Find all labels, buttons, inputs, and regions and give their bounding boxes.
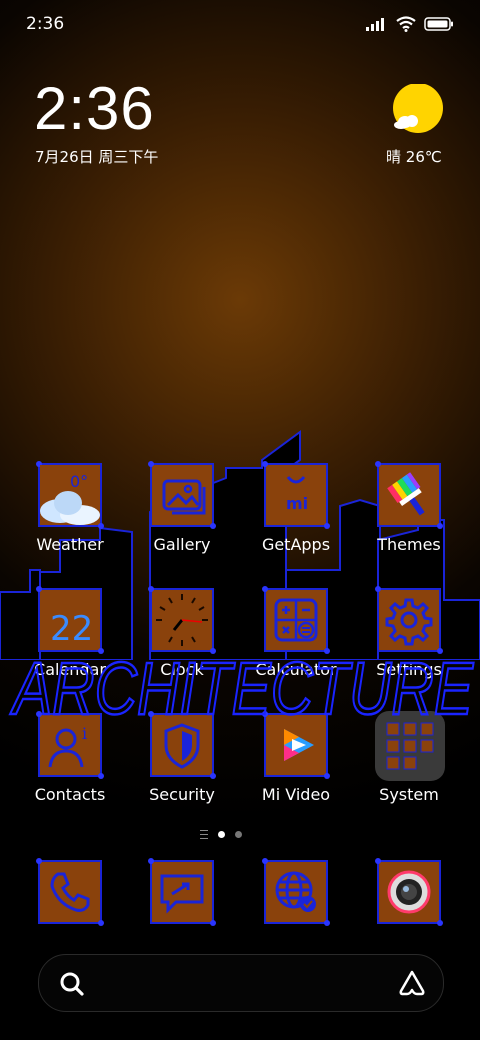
app-mi-video[interactable]: Mi Video [240,711,352,813]
weather-temperature: 26℃ [405,148,442,166]
page-indicator[interactable] [200,830,242,839]
page-menu-icon [200,830,208,839]
app-system-folder[interactable]: System [353,711,465,813]
dock-browser[interactable] [240,858,352,960]
app-label-system: System [379,785,439,804]
wifi-icon [396,16,416,32]
status-icons [366,14,454,34]
app-label-weather: Weather [36,535,104,554]
app-security[interactable]: Security [126,711,238,813]
app-label-mi-video: Mi Video [261,785,331,804]
getapps-icon: mi [262,461,330,529]
battery-icon [424,17,453,31]
weather-widget-text[interactable]: 晴 26℃ [386,146,442,167]
wallpaper-text-label: ARCHITECTURE [10,647,474,728]
search-icon[interactable] [59,971,85,997]
app-weather[interactable]: 0° Weather [14,461,126,563]
app-getapps[interactable]: mi GetApps [240,461,352,563]
phone-icon [36,858,104,926]
app-label-gallery: Gallery [153,535,211,554]
assistant-icon[interactable] [397,969,427,997]
clock-widget-date[interactable]: 7月26日 周三下午 [35,146,158,167]
page-dot [235,831,242,838]
app-label-contacts: Contacts [34,785,106,804]
gallery-icon [148,461,216,529]
dock-messages[interactable] [126,858,238,960]
signal-icon [366,18,384,31]
dock-camera[interactable] [353,858,465,960]
app-themes[interactable]: Themes [353,461,465,563]
weather-condition: 晴 [386,148,402,166]
app-label-themes: Themes [377,535,441,554]
svg-text:0°: 0° [70,472,88,491]
svg-text:mi: mi [286,494,308,513]
search-bar[interactable] [38,954,444,1012]
app-contacts[interactable]: i Contacts [14,711,126,813]
page-dot-active [218,831,225,838]
camera-icon [375,858,443,926]
messages-icon [148,858,216,926]
app-label-getapps: GetApps [261,535,331,554]
weather-icon: 0° [36,461,104,529]
dock-phone[interactable] [14,858,126,960]
app-label-security: Security [149,785,215,804]
browser-icon [262,858,330,926]
status-time: 2:36 [26,14,65,34]
themes-icon [375,461,443,529]
wallpaper-text: ARCHITECTURE [9,646,476,728]
app-gallery[interactable]: Gallery [126,461,238,563]
clock-widget-time[interactable]: 2:36 [34,74,155,143]
sun-cloud-icon[interactable] [392,84,444,134]
